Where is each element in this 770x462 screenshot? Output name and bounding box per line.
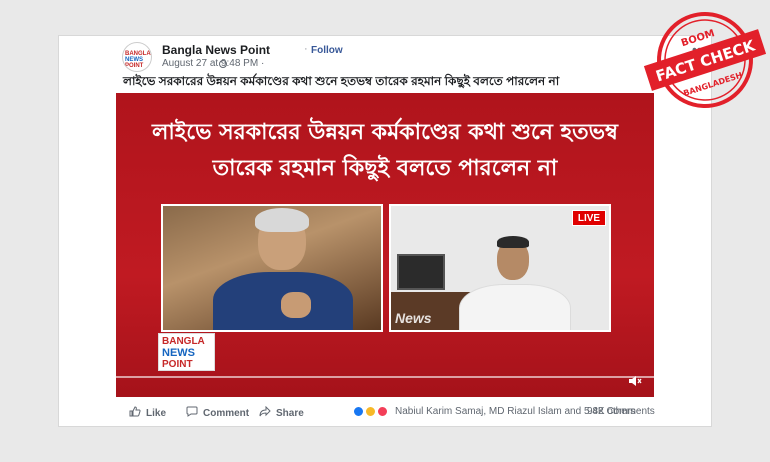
- comment-button[interactable]: Comment: [186, 406, 249, 420]
- page-name-link[interactable]: Bangla News Point: [162, 43, 270, 57]
- like-button[interactable]: Like: [129, 406, 166, 420]
- thumbs-up-icon: [129, 406, 141, 420]
- share-arrow-icon: [259, 405, 271, 420]
- share-label: Share: [276, 407, 304, 419]
- like-reaction-icon: [353, 406, 364, 417]
- volume-muted-icon[interactable]: [628, 375, 642, 390]
- facebook-post-card: BANGLA NEWS POINT Bangla News Point · Fo…: [58, 35, 712, 427]
- video-progress-bar[interactable]: [116, 376, 654, 378]
- speaker-hand: [281, 292, 311, 318]
- news-watermark: News: [395, 310, 432, 326]
- page-avatar[interactable]: BANGLA NEWS POINT: [122, 42, 152, 72]
- post-timestamp[interactable]: August 27 at 9:48 PM ·: [162, 58, 264, 69]
- logo-line-3: POINT: [162, 359, 193, 370]
- logo-line-1: BANGLA: [162, 336, 205, 347]
- comment-label: Comment: [203, 407, 250, 419]
- guest-body: [459, 284, 571, 330]
- post-header: BANGLA NEWS POINT Bangla News Point · Fo…: [59, 36, 711, 74]
- avatar-logo: BANGLA NEWS POINT: [125, 51, 151, 69]
- love-reaction-icon: [377, 406, 388, 417]
- guest-hair: [497, 236, 529, 248]
- background-tv: [397, 254, 445, 290]
- comments-count-link[interactable]: 982 Comments: [587, 406, 655, 417]
- haha-reaction-icon: [365, 406, 376, 417]
- video-player[interactable]: লাইভে সরকারের উন্নয়ন কর্মকাণ্ডের কথা শু…: [116, 93, 654, 397]
- video-frame-left-speaker: [161, 204, 383, 332]
- video-headline: লাইভে সরকারের উন্নয়ন কর্মকাণ্ডের কথা শু…: [116, 115, 654, 187]
- follow-button[interactable]: Follow: [311, 45, 343, 56]
- video-headline-line-1: লাইভে সরকারের উন্নয়ন কর্মকাণ্ডের কথা শু…: [152, 120, 618, 145]
- video-headline-line-2: তারেক রহমান কিছুই বলতে পারলেন না: [212, 156, 558, 181]
- comment-icon: [186, 406, 198, 420]
- live-badge: LIVE: [572, 210, 606, 226]
- separator-dot: ·: [304, 43, 308, 55]
- avatar-logo-line: POINT: [125, 63, 144, 69]
- share-button[interactable]: Share: [259, 405, 304, 420]
- speaker-hair: [255, 208, 309, 232]
- post-text: লাইভে সরকারের উন্নয়ন কর্মকাণ্ডের কথা শু…: [123, 74, 560, 88]
- logo-line-2: NEWS: [162, 347, 195, 359]
- bangla-news-point-logo: BANGLA NEWS POINT: [158, 333, 215, 371]
- post-actions-bar: Like Comment Share Nabiul Karim Samaj, M…: [129, 405, 729, 426]
- globe-icon: [219, 60, 227, 68]
- boom-fact-check-stamp: FACT CHECK BOOM BANGLADESH: [643, 12, 767, 108]
- like-label: Like: [146, 407, 167, 419]
